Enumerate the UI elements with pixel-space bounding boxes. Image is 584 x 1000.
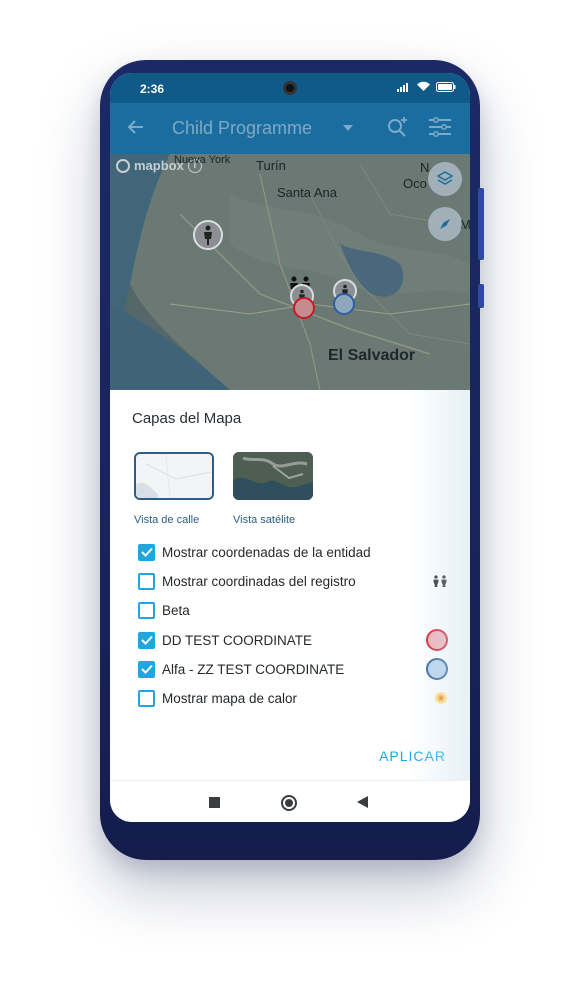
heatmap-icon <box>435 692 447 704</box>
power-button <box>478 284 484 308</box>
satellite-map-preview <box>233 452 313 500</box>
option-show-entity-coordinates[interactable]: Mostrar coordenadas de la entidad <box>138 542 448 562</box>
satellite-view-thumbnail[interactable] <box>233 452 313 500</box>
back-triangle-icon[interactable] <box>357 796 368 808</box>
map-marker-blue-circle[interactable] <box>333 293 355 315</box>
app-bar: Child Programme <box>110 103 470 154</box>
checkbox-unchecked[interactable] <box>138 601 155 619</box>
recents-button[interactable] <box>209 797 220 808</box>
option-label: DD TEST COORDINATE <box>162 632 313 648</box>
filter-list-icon[interactable] <box>428 117 452 137</box>
street-map-preview <box>136 454 212 498</box>
satellite-view-label[interactable]: Vista satélite <box>233 514 323 526</box>
search-add-icon[interactable] <box>386 115 410 139</box>
layer-option-satellite[interactable]: Vista satélite <box>233 452 323 526</box>
map-label-nueva-york: Nueva York <box>174 154 231 166</box>
layer-option-street[interactable]: Vista de calle <box>134 452 224 526</box>
apply-button[interactable]: APLICAR <box>379 748 446 764</box>
status-time: 2:36 <box>140 82 165 96</box>
sheet-title: Capas del Mapa <box>132 410 242 427</box>
option-alfa-zz-test-coordinate[interactable]: Alfa - ZZ TEST COORDINATE <box>138 658 448 680</box>
option-beta[interactable]: Beta <box>138 600 448 620</box>
status-bar: 2:36 <box>110 73 470 103</box>
status-icons <box>397 81 456 92</box>
front-camera <box>283 81 297 95</box>
option-label: Mostrar mapa de calor <box>162 690 298 706</box>
phone-frame: 2:36 Child Programme mapbox i Nueva York… <box>100 60 484 860</box>
checkbox-checked[interactable] <box>138 631 155 649</box>
map-view[interactable]: mapbox i Nueva York Turín Santa Ana N Oc… <box>110 154 470 390</box>
map-label-oco: Oco <box>403 176 427 191</box>
check-icon <box>140 635 153 645</box>
option-label: Mostrar coordinadas del registro <box>162 573 356 589</box>
program-title[interactable]: Child Programme <box>172 118 312 139</box>
map-marker-red-circle[interactable] <box>293 297 315 319</box>
option-label: Beta <box>162 602 190 618</box>
arrow-back-icon[interactable] <box>126 117 146 137</box>
phone-screen: 2:36 Child Programme mapbox i Nueva York… <box>110 73 470 822</box>
layers-button[interactable] <box>428 162 462 196</box>
people-icon <box>433 575 447 587</box>
wifi-icon <box>417 81 430 91</box>
street-view-label[interactable]: Vista de calle <box>134 514 224 526</box>
system-nav-bar <box>110 780 470 822</box>
check-icon <box>140 547 153 557</box>
checkbox-checked[interactable] <box>138 543 155 561</box>
map-label-santa-ana: Santa Ana <box>277 185 337 200</box>
option-label: Mostrar coordenadas de la entidad <box>162 544 371 560</box>
signal-icon <box>397 82 408 92</box>
map-layers-sheet: Capas del Mapa Vista de calle Vista saté… <box>110 390 470 780</box>
person-icon <box>204 225 212 245</box>
option-dd-test-coordinate[interactable]: DD TEST COORDINATE <box>138 629 448 651</box>
map-label-el-salvador: El Salvador <box>328 347 416 364</box>
map-marker-person[interactable] <box>193 220 223 250</box>
checkbox-checked[interactable] <box>138 660 155 678</box>
compass-button[interactable] <box>428 207 462 241</box>
option-label: Alfa - ZZ TEST COORDINATE <box>162 661 345 677</box>
compass-icon <box>440 219 450 229</box>
checkbox-unchecked[interactable] <box>138 689 155 707</box>
blue-circle-legend <box>426 658 448 680</box>
layers-icon <box>436 171 454 185</box>
dropdown-arrow-icon[interactable] <box>343 125 353 131</box>
red-circle-legend <box>426 629 448 651</box>
map-label-turin: Turín <box>256 158 286 173</box>
check-icon <box>140 664 153 674</box>
volume-button <box>478 188 484 260</box>
checkbox-unchecked[interactable] <box>138 572 155 590</box>
option-show-record-coordinates[interactable]: Mostrar coordinadas del registro <box>138 571 448 591</box>
home-button[interactable] <box>281 795 297 811</box>
battery-icon <box>436 81 456 92</box>
mapbox-logo-icon <box>116 158 130 173</box>
option-show-heatmap[interactable]: Mostrar mapa de calor <box>138 688 448 708</box>
street-view-thumbnail[interactable] <box>134 452 214 500</box>
